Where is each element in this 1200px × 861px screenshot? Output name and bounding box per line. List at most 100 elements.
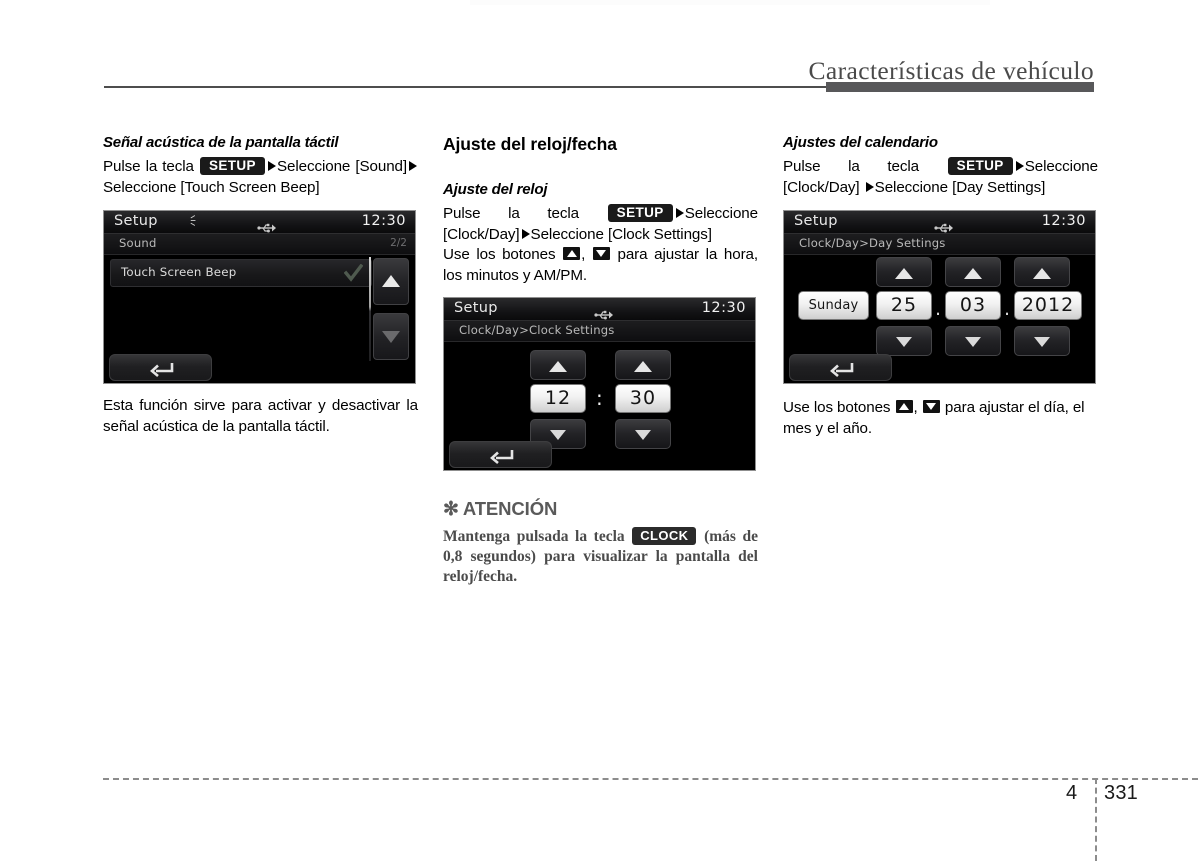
device-status-bar: Setup 12:30	[444, 298, 755, 322]
col1-instructions: Pulse la tecla SETUP Seleccione [Sound] Se…	[103, 157, 418, 198]
down-button-icon	[922, 400, 940, 414]
list-item-touch-screen-beep[interactable]: Touch Screen Beep	[110, 259, 372, 288]
device-scrollbar-track[interactable]	[369, 257, 371, 362]
arrow-right-icon	[409, 161, 418, 171]
year-decrement-button[interactable]	[1014, 326, 1070, 357]
up-arrow-icon	[964, 268, 982, 280]
col3-instr-c: Seleccione [Day Settings]	[874, 178, 1046, 196]
arrow-right-icon	[267, 161, 276, 171]
setup-key-tag: SETUP	[947, 157, 1013, 175]
column-touch-screen-beep: Señal acústica de la pantalla táctil Pul…	[103, 134, 418, 437]
year-increment-button[interactable]	[1014, 257, 1070, 288]
col1-instr-c: Seleccione [Touch Screen Beep]	[103, 178, 320, 196]
back-arrow-icon	[490, 450, 514, 465]
device-status-bar: Setup 12:30	[784, 211, 1095, 235]
day-decrement-button[interactable]	[876, 326, 932, 357]
up-arrow-icon	[895, 268, 913, 280]
back-arrow-icon	[150, 363, 174, 378]
month-increment-button[interactable]	[945, 257, 1001, 288]
col2-button-instructions: Use los botones , para ajustar la hora, …	[443, 246, 758, 284]
col2-instructions: Pulse la tecla SETUP Seleccione [Clock/Da…	[443, 204, 758, 245]
clock-key-tag: CLOCK	[632, 527, 697, 546]
device-clock: 12:30	[701, 300, 746, 317]
usb-icon	[594, 305, 614, 320]
minute-increment-button[interactable]	[615, 350, 671, 381]
col2-instr-a: Pulse la tecla	[443, 205, 580, 222]
back-button[interactable]	[109, 354, 212, 382]
device-screenshot-sound: Setup 🗧 12:30 Sound 2/2 Touch Screen Bee…	[103, 210, 416, 385]
back-button[interactable]	[449, 441, 552, 469]
down-button-icon	[592, 247, 610, 261]
device-breadcrumb-label: Sound	[119, 236, 157, 251]
usb-icon	[934, 218, 954, 233]
down-arrow-icon	[635, 430, 651, 441]
device-title: Setup	[794, 213, 838, 230]
attention-title-label: ATENCIÓN	[462, 498, 558, 520]
header-rule-thick	[826, 82, 1094, 92]
down-arrow-icon	[896, 337, 912, 348]
up-button-icon	[895, 400, 913, 414]
date-separator-1: .	[935, 298, 942, 321]
up-arrow-icon	[549, 361, 567, 373]
scroll-up-icon	[382, 275, 400, 288]
attention-title: ✻ ATENCIÓN	[443, 498, 758, 521]
weekday-value[interactable]: Sunday	[798, 291, 869, 321]
scroll-down-button[interactable]	[373, 313, 409, 361]
device-title: Setup	[454, 300, 498, 317]
device-screenshot-day-settings: Setup 12:30 Clock/Day>Day Settings Sunda…	[783, 210, 1096, 385]
minute-value[interactable]: 30	[615, 384, 671, 414]
footer-rule-vertical	[1095, 778, 1097, 861]
col3-caption: Use los botones , para ajustar el día, e…	[783, 399, 1085, 437]
footer-rule-horizontal	[103, 778, 1198, 780]
col3-instr-a: Pulse la tecla	[783, 158, 920, 175]
device-page-indicator: 2/2	[390, 237, 407, 250]
month-value[interactable]: 03	[945, 291, 1001, 321]
device-breadcrumb: Sound 2/2	[104, 234, 415, 256]
column-clock-date-settings: Ajuste del reloj/fecha Ajuste del reloj …	[443, 134, 758, 587]
col3-caption-a: Use los botones	[783, 399, 891, 417]
page-header: Características de vehículo	[0, 0, 1200, 95]
year-value[interactable]: 2012	[1014, 291, 1082, 321]
scroll-up-button[interactable]	[373, 258, 409, 306]
list-item-label: Touch Screen Beep	[121, 265, 237, 280]
column-calendar-settings: Ajustes del calendario Pulse la tecla SE…	[783, 134, 1098, 439]
attention-text: Mantenga pulsada la tecla CLOCK (más de …	[443, 527, 758, 587]
col1-instr-a: Pulse la tecla	[103, 158, 194, 175]
footer-chapter-number: 4	[1066, 782, 1078, 804]
device-status-bar: Setup 🗧 12:30	[104, 211, 415, 235]
bluetooth-icon: 🗧	[190, 214, 203, 229]
up-arrow-icon	[1033, 268, 1051, 280]
device-breadcrumb-label: Clock/Day>Clock Settings	[459, 323, 615, 338]
device-breadcrumb: Clock/Day>Clock Settings	[444, 321, 755, 343]
attention-text-a: Mantenga pulsada la tecla	[443, 528, 625, 546]
hour-value[interactable]: 12	[530, 384, 586, 414]
scroll-down-icon	[382, 331, 400, 344]
up-button-icon	[563, 247, 581, 261]
down-arrow-icon	[550, 430, 566, 441]
device-scroll-buttons	[373, 258, 409, 361]
down-arrow-icon	[965, 337, 981, 348]
asterisk-icon: ✻	[443, 499, 459, 521]
month-decrement-button[interactable]	[945, 326, 1001, 357]
device-breadcrumb-label: Clock/Day>Day Settings	[799, 236, 946, 251]
col3-subtitle: Ajustes del calendario	[783, 134, 938, 151]
usb-icon	[257, 218, 277, 233]
setup-key-tag: SETUP	[199, 157, 265, 175]
back-button[interactable]	[789, 354, 892, 382]
col1-caption: Esta función sirve para activar y desact…	[103, 397, 418, 435]
hour-increment-button[interactable]	[530, 350, 586, 381]
device-clock: 12:30	[1041, 213, 1086, 230]
time-separator: :	[596, 386, 603, 411]
device-clock: 12:30	[361, 213, 406, 230]
day-value[interactable]: 25	[876, 291, 932, 321]
col1-instr-b: Seleccione [Sound]	[276, 158, 408, 175]
minute-decrement-button[interactable]	[615, 419, 671, 450]
arrow-right-icon	[521, 228, 530, 239]
device-screenshot-clock-settings: Setup 12:30 Clock/Day>Clock Settings 12 …	[443, 297, 756, 472]
col2-title: Ajuste del reloj/fecha	[443, 134, 617, 154]
back-arrow-icon	[830, 363, 854, 378]
attention-block: ✻ ATENCIÓN Mantenga pulsada la tecla CLOC…	[443, 498, 758, 587]
setup-key-tag: SETUP	[607, 204, 673, 222]
day-increment-button[interactable]	[876, 257, 932, 288]
down-arrow-icon	[1034, 337, 1050, 348]
